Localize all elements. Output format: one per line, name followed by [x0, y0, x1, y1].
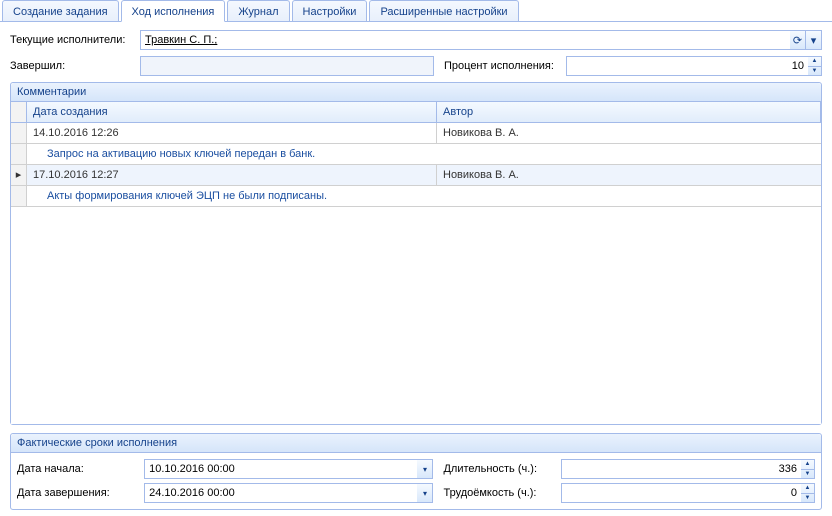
- comments-panel: Комментарии Дата создания Автор 14.10.20…: [10, 82, 822, 425]
- comments-title: Комментарии: [11, 83, 821, 102]
- start-date-input[interactable]: 10.10.2016 00:00: [144, 459, 417, 479]
- effort-input[interactable]: 0: [561, 483, 801, 503]
- duration-input[interactable]: 336: [561, 459, 801, 479]
- chevron-down-icon: ▾: [423, 489, 427, 498]
- effort-label: Трудоёмкость (ч.):: [443, 487, 560, 499]
- end-date-label: Дата завершения:: [17, 487, 144, 499]
- cell-comment-text: Запрос на активацию новых ключей передан…: [27, 144, 821, 165]
- effort-spinner: ▲ ▼: [801, 483, 815, 503]
- end-date-dropdown[interactable]: ▾: [417, 483, 433, 503]
- facts-panel: Фактические сроки исполнения Дата начала…: [10, 433, 822, 510]
- cell-date: 14.10.2016 12:26: [27, 123, 437, 144]
- start-date-dropdown[interactable]: ▾: [417, 459, 433, 479]
- cell-date: 17.10.2016 12:27: [27, 165, 437, 186]
- table-row[interactable]: ▸17.10.2016 12:27Новикова В. А.: [11, 165, 821, 186]
- percent-spinner: ▲ ▼: [808, 56, 822, 76]
- tab-journal[interactable]: Журнал: [227, 0, 289, 21]
- tab-progress[interactable]: Ход исполнения: [121, 0, 226, 22]
- refresh-icon: ⟳: [793, 34, 802, 47]
- cell-author: Новикова В. А.: [437, 165, 821, 186]
- duration-spinner: ▲ ▼: [801, 459, 815, 479]
- start-date-label: Дата начала:: [17, 463, 144, 475]
- table-row-comment[interactable]: Запрос на активацию новых ключей передан…: [11, 144, 821, 165]
- cell-author: Новикова В. А.: [437, 123, 821, 144]
- executors-input[interactable]: Травкин С. П.;: [140, 30, 790, 50]
- comments-grid: Дата создания Автор 14.10.2016 12:26Нови…: [11, 102, 821, 424]
- completed-label: Завершил:: [10, 60, 134, 72]
- cell-comment-text: Акты формирования ключей ЭЦП не были под…: [27, 186, 821, 207]
- end-date-input[interactable]: 24.10.2016 00:00: [144, 483, 417, 503]
- tab-settings[interactable]: Настройки: [292, 0, 368, 21]
- grid-header-date[interactable]: Дата создания: [27, 102, 437, 123]
- grid-header: Дата создания Автор: [11, 102, 821, 123]
- tab-content: Текущие исполнители: Травкин С. П.; ⟳ ▾ …: [0, 22, 832, 516]
- executors-label: Текущие исполнители:: [10, 34, 134, 46]
- effort-spin-up[interactable]: ▲: [801, 484, 814, 493]
- percent-spin-up[interactable]: ▲: [808, 57, 821, 66]
- completed-input[interactable]: [140, 56, 434, 76]
- row-marker: [11, 123, 27, 144]
- duration-spin-down[interactable]: ▼: [801, 469, 814, 479]
- percent-label: Процент исполнения:: [444, 60, 554, 72]
- grid-header-author[interactable]: Автор: [437, 102, 821, 123]
- duration-spin-up[interactable]: ▲: [801, 460, 814, 469]
- executors-dropdown-button[interactable]: ▾: [806, 30, 822, 50]
- chevron-down-icon: ▾: [811, 34, 817, 47]
- row-marker: [11, 186, 27, 207]
- chevron-down-icon: ▾: [423, 465, 427, 474]
- table-row-comment[interactable]: Акты формирования ключей ЭЦП не были под…: [11, 186, 821, 207]
- refresh-button[interactable]: ⟳: [790, 30, 806, 50]
- row-marker: [11, 144, 27, 165]
- percent-spin-down[interactable]: ▼: [808, 66, 821, 76]
- tab-advanced-settings[interactable]: Расширенные настройки: [369, 0, 518, 21]
- tab-create-task[interactable]: Создание задания: [2, 0, 119, 21]
- table-row[interactable]: 14.10.2016 12:26Новикова В. А.: [11, 123, 821, 144]
- grid-body: 14.10.2016 12:26Новикова В. А.Запрос на …: [11, 123, 821, 207]
- duration-label: Длительность (ч.):: [443, 463, 560, 475]
- grid-header-rowselector: [11, 102, 27, 123]
- facts-title: Фактические сроки исполнения: [11, 434, 821, 453]
- effort-spin-down[interactable]: ▼: [801, 493, 814, 503]
- percent-input[interactable]: 10: [566, 56, 808, 76]
- tab-bar: Создание задания Ход исполнения Журнал Н…: [0, 0, 832, 22]
- row-marker: ▸: [11, 165, 27, 186]
